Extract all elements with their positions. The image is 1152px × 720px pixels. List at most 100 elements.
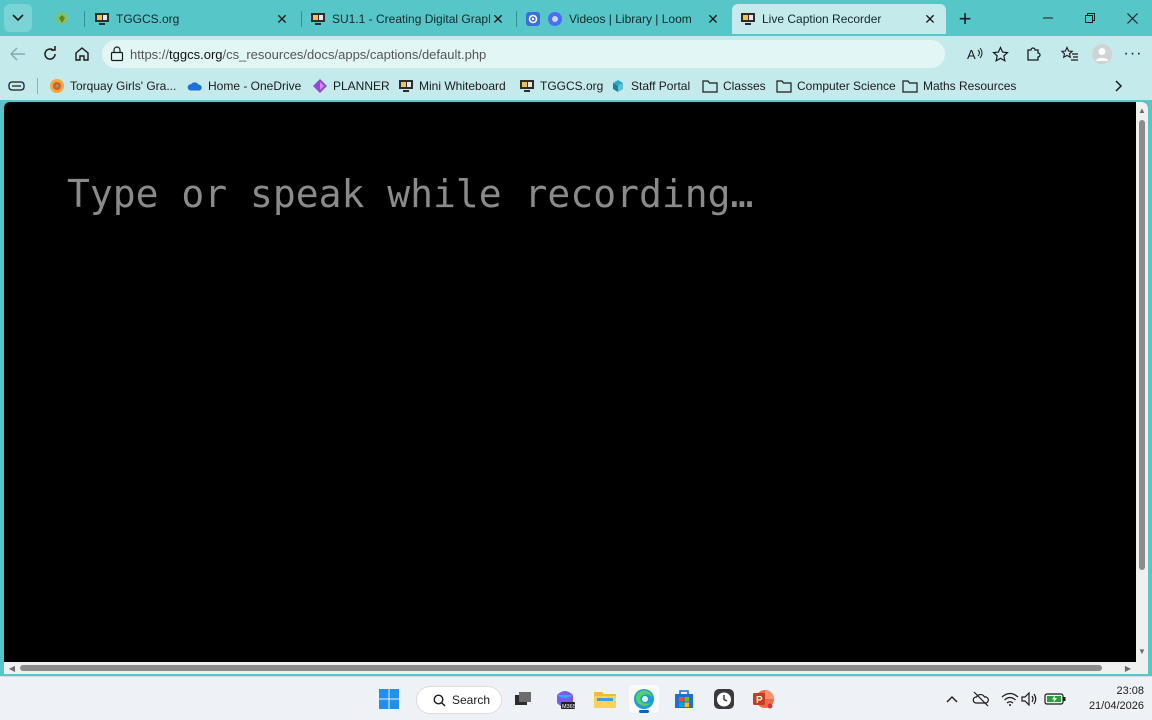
arrow-left-icon [10,47,25,61]
close-tab-icon[interactable]: ✕ [922,11,938,27]
clock-app-button[interactable] [709,685,739,713]
tabs-icon [8,81,25,91]
read-aloud-icon[interactable]: A [966,45,984,63]
monitor-icon [94,11,110,27]
avatar-icon [1092,44,1112,64]
taskbar-search-box[interactable]: Search [416,686,502,714]
file-explorer-icon [594,692,616,708]
network-sync-button[interactable] [971,689,991,709]
tab-switcher-button[interactable] [8,77,26,95]
folder-icon [776,78,792,94]
favorite-star-icon[interactable] [991,45,1009,63]
bookmark-label: Torquay Girls' Gra... [70,79,177,93]
monitor-icon [740,11,756,27]
puzzle-icon [1027,47,1041,61]
battery-button[interactable] [1044,689,1066,709]
more-bookmarks-button[interactable] [1114,77,1124,95]
bookmark-computer-science[interactable]: Computer Science [776,77,896,95]
microsoft-store-button[interactable] [669,685,699,713]
refresh-button[interactable] [37,41,63,67]
minimize-button[interactable] [1028,0,1068,36]
close-tab-icon[interactable]: ✕ [274,11,290,27]
edge-icon [634,689,654,709]
close-tab-icon[interactable]: ✕ [490,11,506,27]
profile-button[interactable] [1089,41,1115,67]
home-button[interactable] [69,41,95,67]
battery-charging-icon [1044,693,1066,705]
tab-tggcs[interactable]: TGGCS.org ✕ [86,4,298,34]
file-explorer-button[interactable] [590,685,620,713]
bookmark-staff-portal[interactable]: Staff Portal [610,77,690,95]
horizontal-scrollbar[interactable]: ◀ ▶ [4,662,1148,674]
tab-loom[interactable]: Videos | Library | Loom ✕ [517,4,729,34]
bookmark-maths-resources[interactable]: Maths Resources [902,77,1016,95]
svg-text:P: P [756,695,763,706]
tab-title: Live Caption Recorder [762,12,882,26]
bookmark-onedrive[interactable]: Home - OneDrive [187,77,301,95]
school-logo-icon [49,78,65,94]
tab-live-caption-recorder[interactable]: Live Caption Recorder ✕ [732,4,946,34]
vertical-scrollbar[interactable]: ▲ ▼ [1136,102,1148,662]
task-view-button[interactable] [508,685,538,713]
powerpoint-icon: P [753,690,774,709]
vertical-scroll-thumb[interactable] [1139,120,1145,570]
show-hidden-icons-button[interactable] [942,689,962,709]
bookmark-label: Computer Science [797,79,896,93]
close-tab-icon[interactable]: ✕ [705,11,721,27]
wifi-button[interactable] [1000,689,1020,709]
start-button[interactable] [374,685,404,713]
close-window-button[interactable] [1112,0,1152,36]
restore-button[interactable] [1070,0,1110,36]
portal-icon [610,78,626,94]
folder-icon [702,78,718,94]
taskbar-clock[interactable]: 23:08 21/04/2026 [1070,684,1144,714]
site-info-icon[interactable] [110,46,124,65]
bookmark-torquay-girls[interactable]: Torquay Girls' Gra... [49,77,176,95]
extensions-button[interactable] [1020,41,1046,67]
svg-text:A: A [967,47,976,62]
windows-start-icon [379,689,399,709]
clock-time: 23:08 [1116,685,1144,697]
bookmark-label: Maths Resources [923,79,1017,93]
cloud-off-icon [972,691,989,707]
school-logo-icon [56,12,68,24]
pinned-tab[interactable] [44,6,80,32]
bookmark-label: Mini Whiteboard [419,79,506,93]
tab-title: Videos | Library | Loom [569,12,692,26]
bookmark-planner[interactable]: PLANNER [312,77,390,95]
edge-app-button[interactable] [629,685,659,713]
scroll-down-icon[interactable]: ▼ [1136,645,1148,657]
settings-more-button[interactable]: ··· [1120,41,1146,67]
refresh-icon [44,46,56,60]
scroll-right-icon[interactable]: ▶ [1122,662,1134,674]
speaker-icon [1021,692,1037,706]
bookmark-mini-whiteboard[interactable]: Mini Whiteboard [398,77,506,95]
svg-text:M365: M365 [562,704,576,710]
scroll-left-icon[interactable]: ◀ [6,662,18,674]
monitor-icon [310,11,326,27]
tab-actions-menu-button[interactable] [4,4,32,32]
bookmark-label: Classes [723,79,766,93]
url-host: tggcs.org [169,47,223,62]
plus-icon: + [958,6,972,31]
page-viewport: Type or speak while recording… ▲ ▼ ◀ ▶ [4,102,1148,674]
loom-icon [547,11,563,27]
back-button[interactable] [5,41,31,67]
address-bar[interactable]: https://tggcs.org/cs_resources/docs/apps… [102,40,1009,68]
new-tab-button[interactable]: + [952,6,978,32]
monitor-icon [519,78,535,94]
caption-output[interactable]: Type or speak while recording… [67,172,753,216]
tab-su11[interactable]: SU1.1 - Creating Digital Graphics ✕ [302,4,514,34]
bookmark-label: Home - OneDrive [208,79,302,93]
powerpoint-app-button[interactable]: P [748,685,778,713]
horizontal-scroll-thumb[interactable] [20,665,1102,671]
favorites-button[interactable] [1057,41,1083,67]
home-icon [75,47,89,61]
restore-icon [1085,13,1095,23]
m365-app-button[interactable]: M365 [550,685,580,713]
volume-button[interactable] [1020,689,1040,709]
bookmark-tggcs[interactable]: TGGCS.org [519,77,603,95]
bookmark-classes[interactable]: Classes [702,77,766,95]
scroll-up-icon[interactable]: ▲ [1136,104,1148,116]
monitor-icon [398,78,414,94]
